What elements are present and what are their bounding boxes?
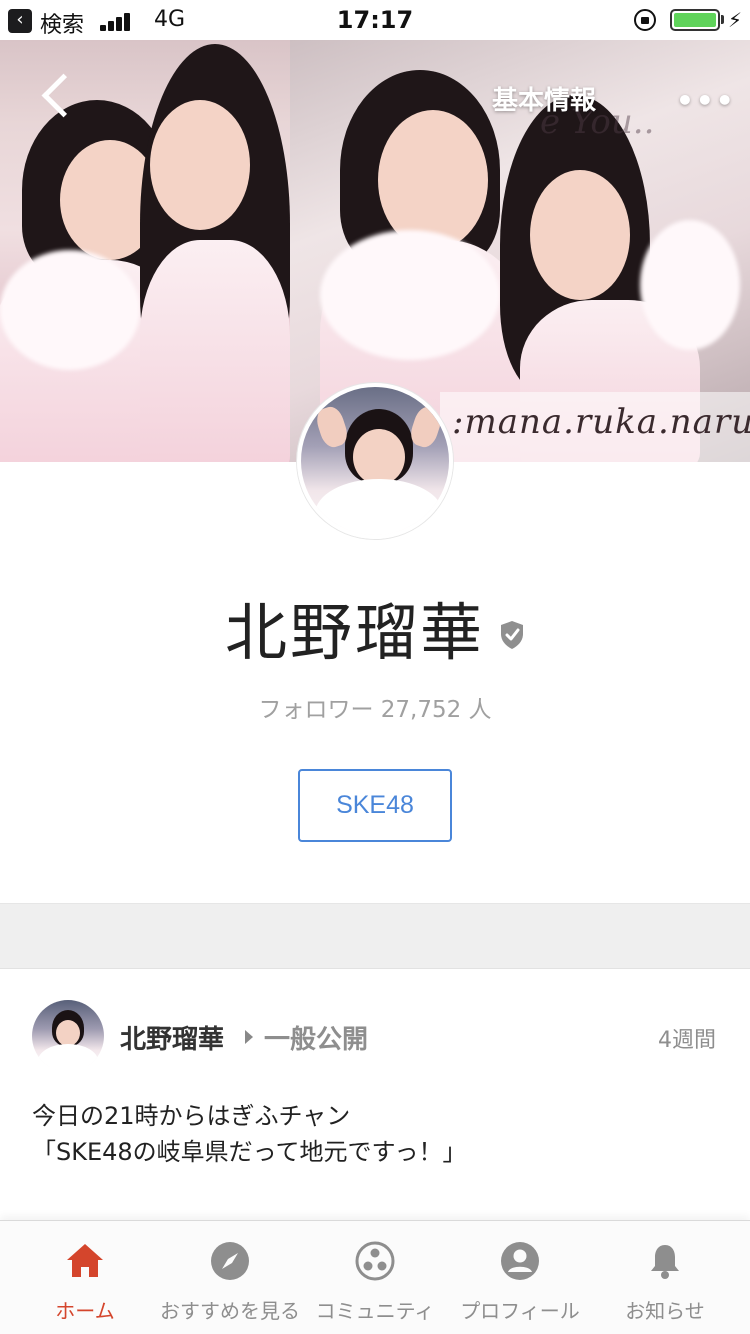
tab-label: お知らせ (625, 1299, 705, 1323)
charging-icon: ⚡ (728, 8, 743, 32)
cover-figure-dress (140, 240, 290, 462)
tab-label: ホーム (55, 1299, 115, 1323)
profile-icon (501, 1242, 539, 1280)
rotation-lock-icon (634, 9, 656, 31)
post-author-avatar[interactable] (32, 1000, 104, 1072)
community-icon (355, 1241, 395, 1281)
section-divider (0, 903, 750, 969)
more-options-button[interactable]: ••• (676, 84, 736, 117)
cover-caption: :mana.ruka.naru (452, 402, 750, 442)
bottom-tab-bar: ホーム おすすめを見る コミュニティ プロフィール お知らせ (0, 1220, 750, 1334)
compass-icon (211, 1242, 249, 1280)
caret-right-icon (245, 1030, 253, 1044)
follower-count: フォロワー 27,752 人 (258, 697, 492, 723)
battery-icon (670, 9, 720, 31)
back-button[interactable] (40, 72, 80, 122)
tab-label: おすすめを見る (160, 1299, 300, 1323)
tab-community[interactable]: コミュニティ (300, 1221, 450, 1334)
cover-figure-fur (0, 250, 140, 370)
post-body-line: 今日の21時からはぎふチャン (32, 1102, 351, 1130)
status-bar: ‹ 検索 4G 17:17 ⚡ (0, 0, 750, 40)
group-tag-button[interactable]: SKE48 (298, 769, 452, 842)
cover-figure-face (378, 110, 488, 250)
profile-avatar[interactable] (297, 383, 453, 539)
tab-home[interactable]: ホーム (10, 1221, 160, 1334)
cover-figure-face (150, 100, 250, 230)
verified-shield-icon (499, 620, 525, 650)
bell-icon (651, 1245, 679, 1279)
cover-figure-fur (320, 230, 500, 360)
basic-info-button[interactable]: 基本情報 (492, 80, 596, 117)
tab-recommended[interactable]: おすすめを見る (155, 1221, 305, 1334)
post-timestamp: 4週間 (658, 1028, 716, 1053)
profile-name-row: 北野瑠華 (0, 582, 750, 669)
battery-tip (721, 15, 724, 24)
cover-figure-face (530, 170, 630, 300)
tab-label: コミュニティ (315, 1299, 435, 1323)
tab-profile[interactable]: プロフィール (445, 1221, 595, 1334)
cover-figure-fur (640, 220, 740, 350)
post-visibility: 一般公開 (264, 1025, 369, 1055)
profile-name: 北野瑠華 (224, 596, 485, 669)
tab-notifications[interactable]: お知らせ (590, 1221, 740, 1334)
tab-label: プロフィール (460, 1299, 580, 1323)
post-body-line: 「SKE48の岐阜県だって地元ですっ！」 (32, 1138, 467, 1166)
home-icon (67, 1244, 103, 1277)
post-body[interactable]: 今日の21時からはぎふチャン 「SKE48の岐阜県だって地元ですっ！」 (32, 1098, 467, 1170)
post-author-name[interactable]: 北野瑠華 (120, 1019, 224, 1056)
